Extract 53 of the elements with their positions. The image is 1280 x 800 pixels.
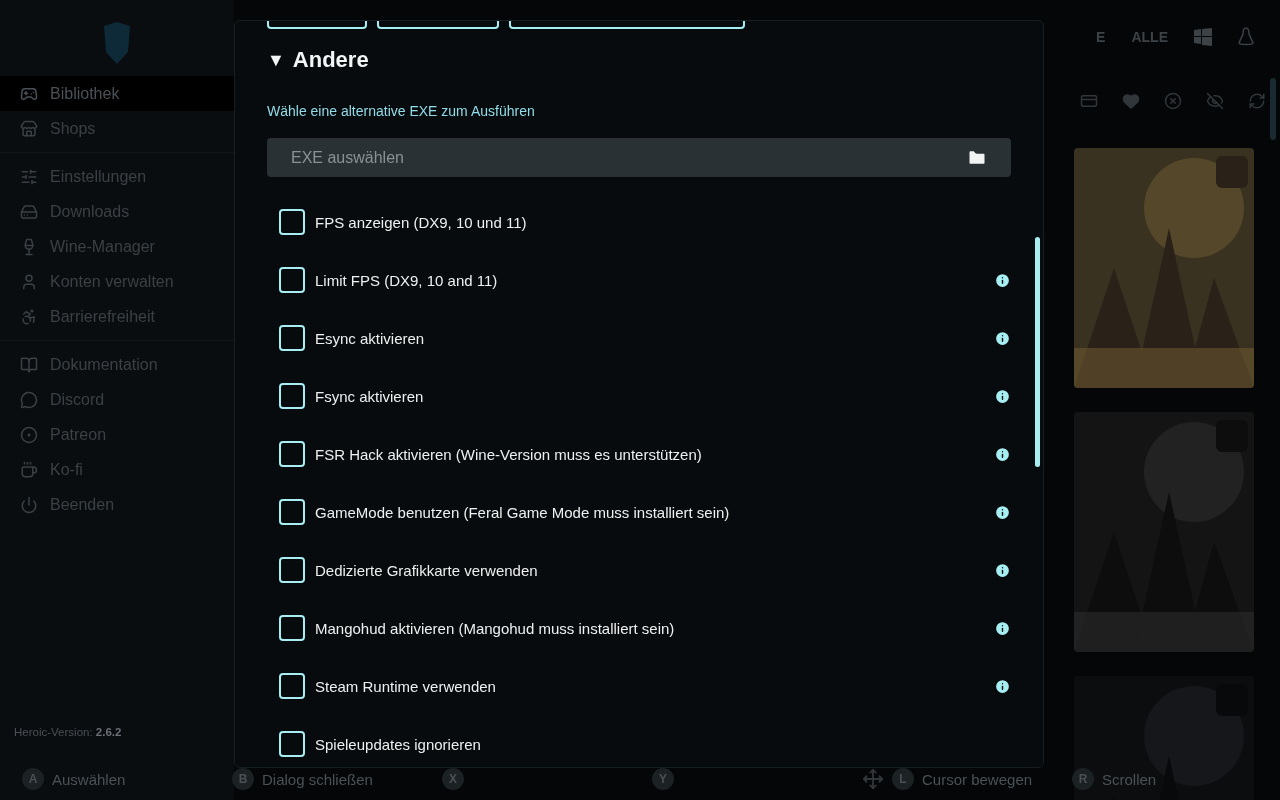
checkbox[interactable] [279, 441, 305, 467]
platform-filter[interactable]: ALLE [1131, 29, 1168, 45]
info-icon[interactable] [994, 387, 1011, 405]
checkbox[interactable] [279, 499, 305, 525]
checkbox[interactable] [279, 267, 305, 293]
hint-label: Scrollen [1102, 770, 1157, 788]
option-label: Dedizierte Grafikkarte verwenden [315, 561, 539, 579]
sidebar-item-icon [20, 390, 38, 409]
sidebar-item[interactable]: Bibliothek [0, 76, 234, 111]
option-label: Steam Runtime verwenden [315, 677, 497, 695]
option-label: Mangohud aktivieren (Mangohud muss installiert sein) [315, 619, 676, 637]
info-icon[interactable] [994, 445, 1011, 463]
sidebar-item-icon [20, 119, 38, 138]
option-label: Esync aktivieren [315, 329, 426, 347]
sidebar-item-icon [20, 272, 38, 291]
section-title: Andere [292, 47, 369, 73]
checkbox[interactable] [279, 673, 305, 699]
option-label: FPS anzeigen (DX9, 10 und 11) [315, 213, 528, 231]
checkbox[interactable] [279, 557, 305, 583]
collapse-toggle[interactable]: ▼ [267, 49, 285, 71]
sidebar-item-icon [20, 202, 38, 221]
sidebar-item-icon [20, 425, 38, 444]
option-label: Limit FPS (DX9, 10 and 11) [315, 271, 499, 289]
sidebar-item-icon [20, 167, 38, 186]
checkbox[interactable] [279, 615, 305, 641]
platform-filter[interactable]: E [1096, 29, 1106, 45]
option-label: Fsync aktivieren [315, 387, 425, 405]
hint-label: Cursor bewegen [922, 770, 1033, 788]
info-icon[interactable] [994, 503, 1011, 521]
option-label: Spieleupdates ignorieren [315, 735, 482, 753]
field-label: Wähle eine alternative EXE zum Ausführen [267, 103, 536, 119]
checkbox[interactable] [279, 325, 305, 351]
option-label: GameMode benutzen (Feral Game Mode muss installiert sein) [315, 503, 731, 521]
sidebar-item-icon [20, 460, 38, 479]
info-icon[interactable] [994, 619, 1011, 637]
info-icon[interactable] [994, 561, 1011, 579]
checkbox[interactable] [279, 731, 305, 757]
scrollbar[interactable] [1270, 78, 1276, 140]
shield-logo-icon [102, 22, 132, 64]
scrollbar[interactable] [1035, 237, 1040, 467]
sidebar-item-icon [20, 495, 38, 514]
info-icon[interactable] [994, 329, 1011, 347]
option-label: FSR Hack aktivieren (Wine-Version muss es unterstützen) [315, 445, 703, 463]
checkbox[interactable] [279, 209, 305, 235]
version-text: Heroic-Version: 2.6.2 [14, 726, 123, 738]
info-icon[interactable] [994, 271, 1011, 289]
sidebar-item-icon [20, 307, 38, 326]
exe-field[interactable]: EXE auswählen [267, 138, 1011, 177]
sidebar-item-icon [20, 355, 38, 374]
checkbox[interactable] [279, 383, 305, 409]
hint-label: Dialog schließen [262, 770, 373, 788]
hint-label: Auswählen [52, 770, 126, 788]
info-icon[interactable] [994, 677, 1011, 695]
